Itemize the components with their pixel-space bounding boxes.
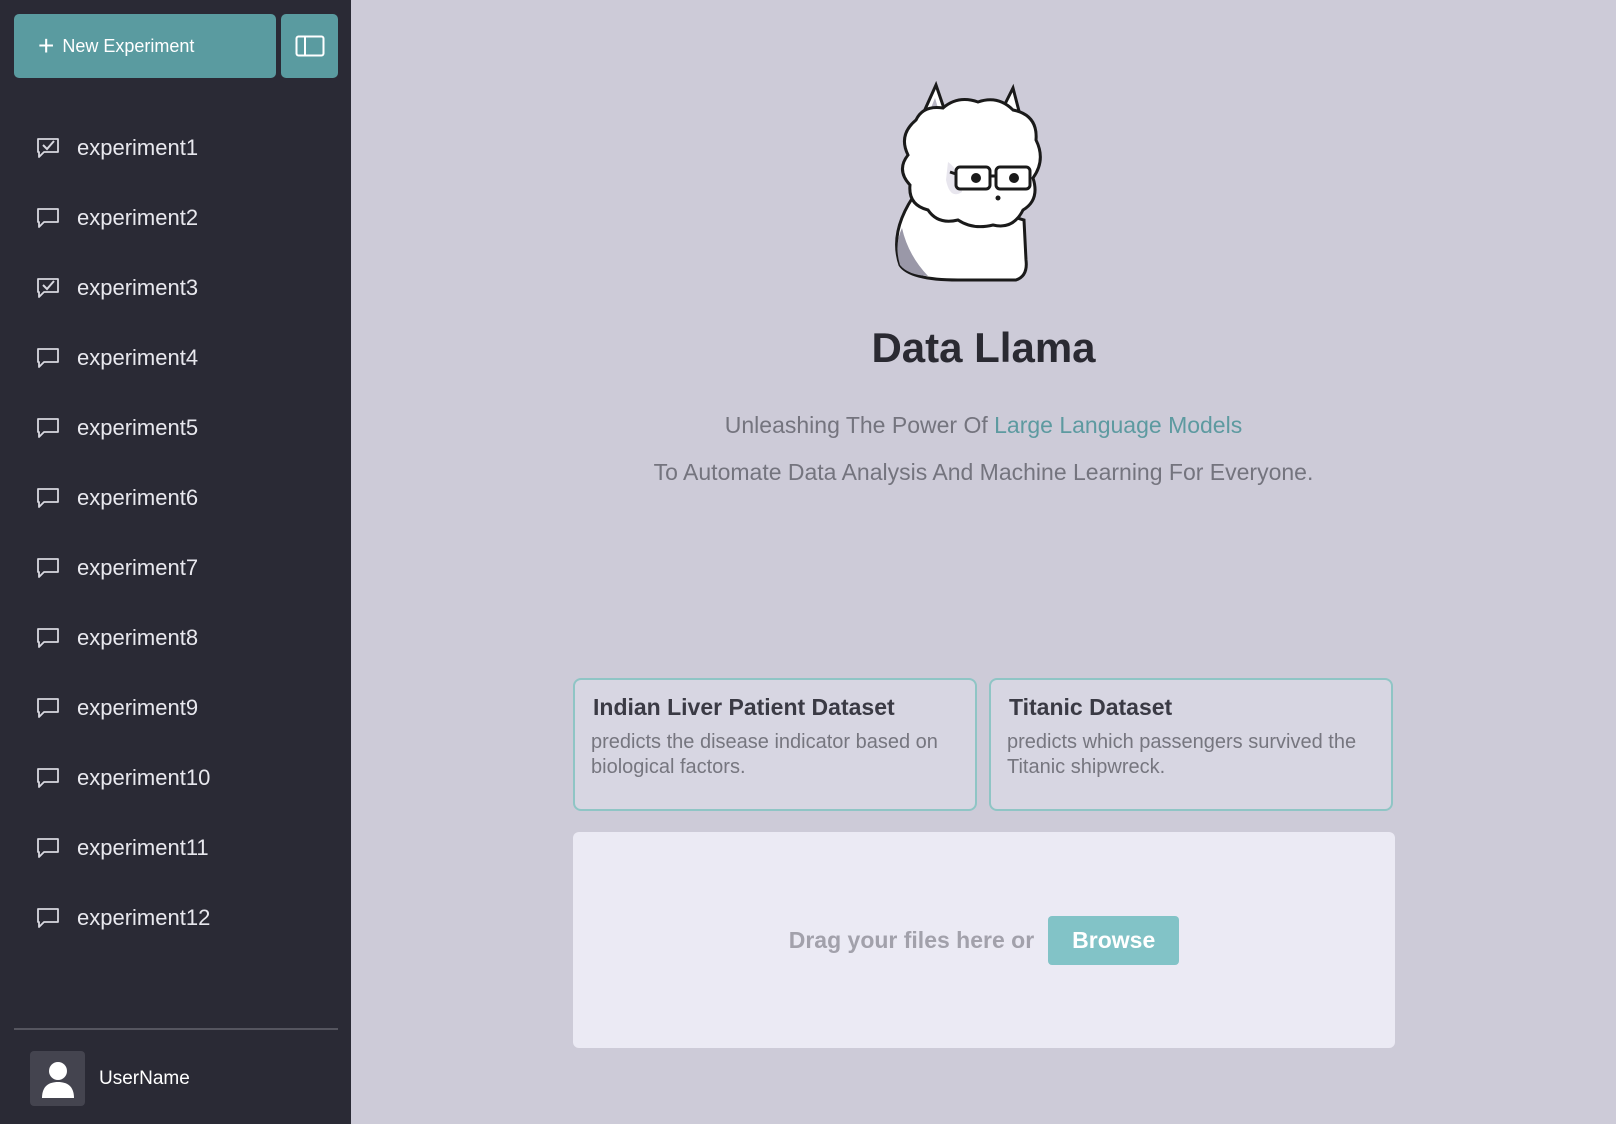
sidebar-item-label: experiment11	[77, 835, 209, 860]
chat-icon	[36, 767, 60, 789]
chat-icon	[36, 907, 60, 929]
browse-button[interactable]: Browse	[1048, 915, 1180, 965]
tagline: Unleashing The Power Of Large Language M…	[641, 402, 1326, 496]
sidebar-item-experiment10[interactable]: experiment10	[0, 743, 351, 813]
sidebar-item-experiment9[interactable]: experiment9	[0, 673, 351, 743]
tagline-rest: To Automate Data Analysis And Machine Le…	[653, 459, 1314, 485]
plus-icon: +	[38, 30, 55, 61]
sidebar-item-label: experiment12	[77, 905, 211, 930]
app-title: Data Llama	[871, 324, 1096, 371]
sidebar: + New Experiment experiment1 experiment2 e…	[0, 0, 351, 1124]
toggle-sidebar-button[interactable]	[281, 14, 338, 78]
new-experiment-button[interactable]: + New Experiment	[14, 14, 276, 78]
sidebar-item-experiment4[interactable]: experiment4	[0, 323, 351, 393]
chat-icon	[36, 557, 60, 579]
chat-icon	[36, 417, 60, 439]
sidebar-item-label: experiment3	[77, 275, 199, 300]
sidebar-item-experiment5[interactable]: experiment5	[0, 393, 351, 463]
chat-icon	[36, 487, 60, 509]
experiment-list: experiment1 experiment2 experiment3 experim…	[0, 113, 351, 953]
new-experiment-label: New Experiment	[62, 35, 195, 56]
sidebar-item-experiment3[interactable]: experiment3	[0, 253, 351, 323]
chat-icon	[36, 207, 60, 229]
sidebar-toggle-icon	[295, 35, 324, 57]
dataset-card-titanic[interactable]: Titanic Dataset predicts which passenger…	[989, 678, 1393, 811]
chat-icon	[36, 697, 60, 719]
sidebar-item-experiment7[interactable]: experiment7	[0, 533, 351, 603]
dataset-card-description: predicts the disease indicator based on …	[591, 731, 938, 778]
user-profile[interactable]: UserName	[30, 1051, 190, 1106]
sidebar-item-label: experiment10	[77, 765, 211, 790]
user-icon	[41, 1061, 74, 1098]
sidebar-item-label: experiment9	[77, 695, 199, 720]
chat-check-icon	[36, 137, 60, 159]
sidebar-item-label: experiment7	[77, 555, 199, 580]
tagline-highlight: Large Language Models	[994, 412, 1243, 438]
tagline-prefix: Unleashing The Power Of	[724, 412, 995, 438]
sidebar-item-experiment12[interactable]: experiment12	[0, 883, 351, 953]
sidebar-item-label: experiment8	[77, 625, 199, 650]
dataset-card-title: Indian Liver Patient Dataset	[593, 694, 895, 720]
drop-zone-text: Drag your files here or	[788, 926, 1035, 953]
sidebar-item-experiment2[interactable]: experiment2	[0, 183, 351, 253]
chat-icon	[36, 627, 60, 649]
dataset-card-title: Titanic Dataset	[1009, 694, 1173, 720]
chat-icon	[36, 347, 60, 369]
sidebar-item-experiment11[interactable]: experiment11	[0, 813, 351, 883]
dataset-card-indian-liver[interactable]: Indian Liver Patient Dataset predicts th…	[573, 678, 977, 811]
main-panel: Data Llama Unleashing The Power Of Large…	[351, 0, 1616, 1124]
file-drop-zone[interactable]: Drag your files here or Browse	[573, 832, 1395, 1048]
sidebar-item-label: experiment6	[77, 485, 199, 510]
dataset-card-description: predicts which passengers survived the T…	[1007, 731, 1357, 778]
sidebar-item-label: experiment5	[77, 415, 199, 440]
chat-check-icon	[36, 277, 60, 299]
llama-logo	[895, 80, 1042, 282]
avatar[interactable]	[30, 1051, 85, 1106]
sidebar-item-experiment6[interactable]: experiment6	[0, 463, 351, 533]
sidebar-divider	[14, 1028, 338, 1030]
sidebar-item-label: experiment1	[77, 135, 199, 160]
sidebar-item-experiment1[interactable]: experiment1	[0, 113, 351, 183]
sidebar-item-label: experiment4	[77, 345, 199, 370]
sidebar-item-label: experiment2	[77, 205, 199, 230]
username: UserName	[99, 1067, 190, 1089]
sidebar-item-experiment8[interactable]: experiment8	[0, 603, 351, 673]
chat-icon	[36, 837, 60, 859]
